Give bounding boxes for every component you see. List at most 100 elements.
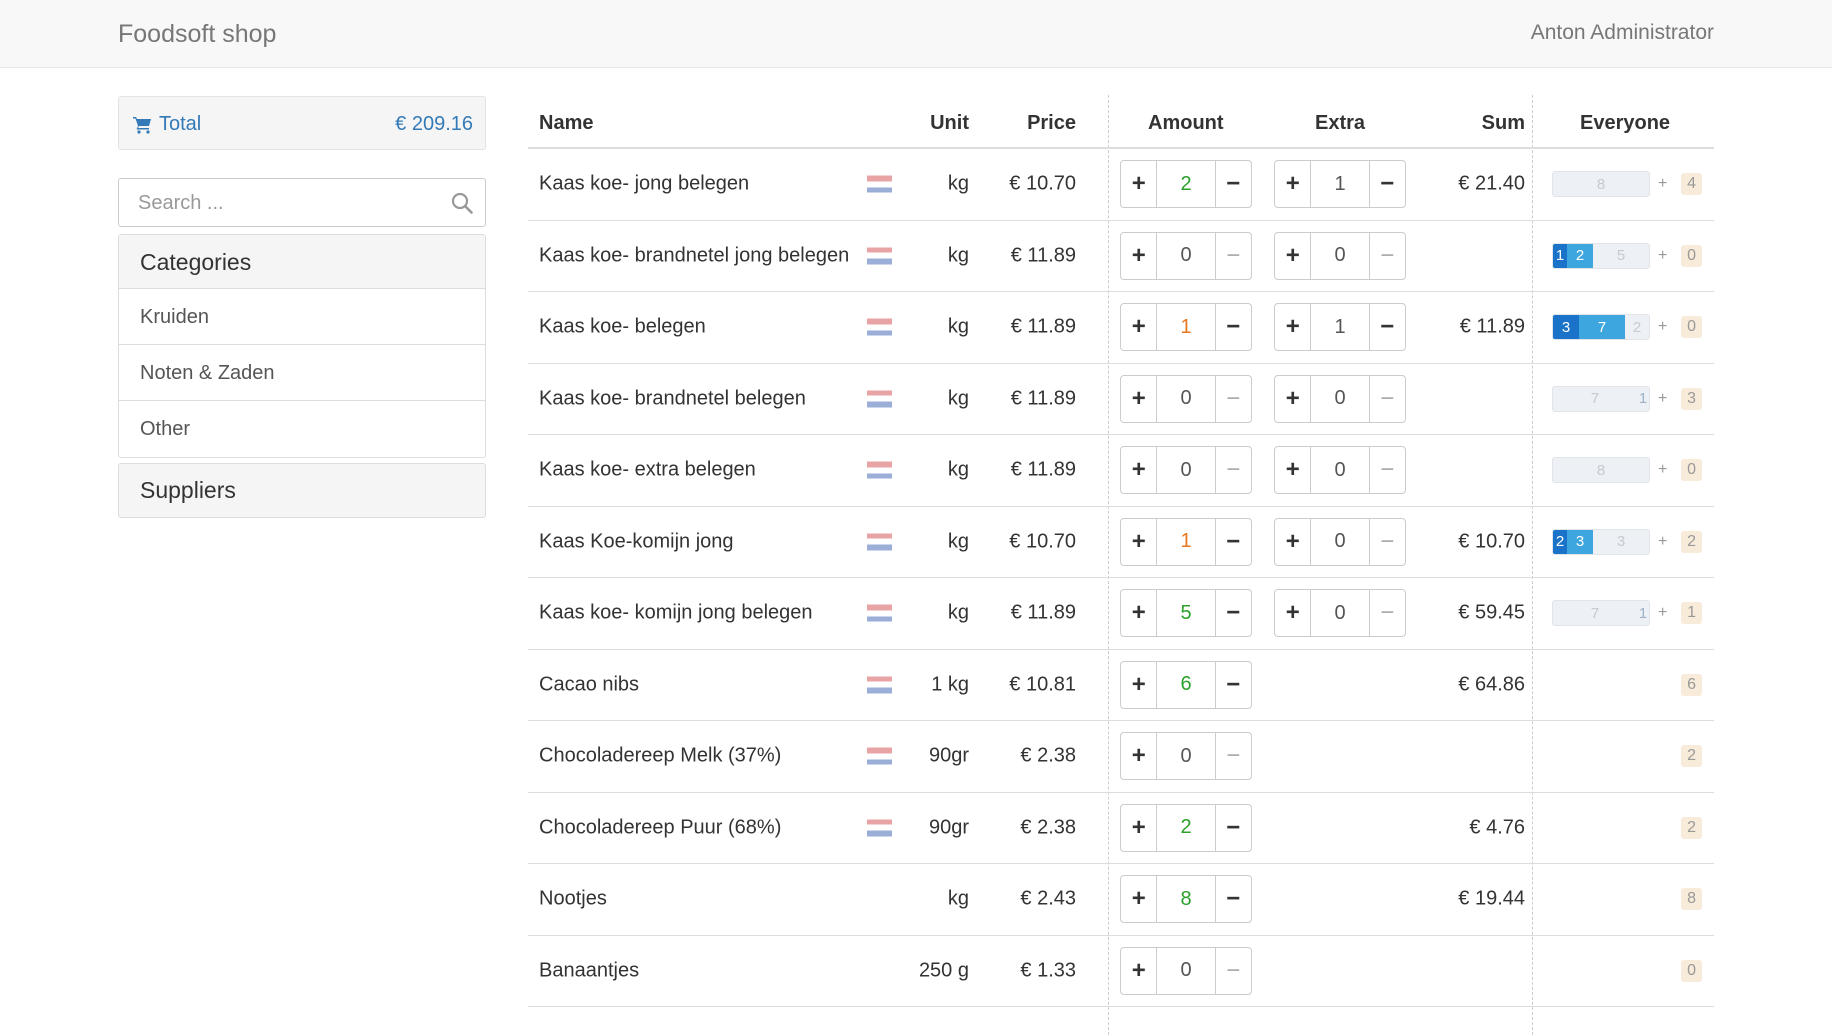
- everyone-count-badge: 0: [1681, 459, 1702, 482]
- search-input[interactable]: [136, 191, 436, 216]
- amount-increase-button[interactable]: +: [1120, 732, 1158, 781]
- amount-increase-button[interactable]: +: [1120, 374, 1158, 423]
- group-order-progress: 233: [1552, 528, 1650, 555]
- extra-increase-button[interactable]: +: [1274, 303, 1312, 352]
- extra-decrease-button[interactable]: −: [1368, 160, 1407, 209]
- amount-increase-button[interactable]: +: [1120, 803, 1158, 852]
- extra-increase-button[interactable]: +: [1274, 446, 1312, 495]
- amount-decrease-button[interactable]: −: [1214, 231, 1253, 280]
- search-icon[interactable]: [451, 192, 473, 214]
- amount-value[interactable]: 2: [1157, 160, 1215, 209]
- amount-value[interactable]: 8: [1157, 875, 1215, 924]
- extra-decrease-button[interactable]: −: [1368, 374, 1407, 423]
- amount-decrease-button[interactable]: −: [1214, 660, 1253, 709]
- origin-flag-icon: [867, 676, 892, 694]
- extra-stepper[interactable]: + 0 −: [1274, 374, 1407, 423]
- amount-value[interactable]: 0: [1157, 732, 1215, 781]
- amount-value[interactable]: 6: [1157, 660, 1215, 709]
- extra-increase-button[interactable]: +: [1274, 589, 1312, 638]
- amount-increase-button[interactable]: +: [1120, 660, 1158, 709]
- extra-value[interactable]: 1: [1311, 303, 1369, 352]
- extra-stepper[interactable]: + 0 −: [1274, 446, 1407, 495]
- amount-value[interactable]: 2: [1157, 803, 1215, 852]
- header-price[interactable]: Price: [1027, 112, 1076, 135]
- extra-decrease-button[interactable]: −: [1368, 589, 1407, 638]
- header-sum[interactable]: Sum: [1482, 112, 1525, 135]
- extra-increase-button[interactable]: +: [1274, 231, 1312, 280]
- amount-stepper[interactable]: + 0 −: [1120, 732, 1253, 781]
- amount-decrease-button[interactable]: −: [1214, 517, 1253, 566]
- extra-increase-button[interactable]: +: [1274, 160, 1312, 209]
- amount-increase-button[interactable]: +: [1120, 231, 1158, 280]
- amount-decrease-button[interactable]: −: [1214, 875, 1253, 924]
- amount-increase-button[interactable]: +: [1120, 303, 1158, 352]
- amount-stepper[interactable]: + 0 −: [1120, 231, 1253, 280]
- amount-decrease-button[interactable]: −: [1214, 374, 1253, 423]
- extra-stepper[interactable]: + 0 −: [1274, 231, 1407, 280]
- extra-decrease-button[interactable]: −: [1368, 231, 1407, 280]
- table-row: Kaas koe- komijn jong belegen kg € 11.89 …: [528, 578, 1714, 650]
- amount-decrease-button[interactable]: −: [1214, 803, 1253, 852]
- extra-value[interactable]: 0: [1311, 231, 1369, 280]
- amount-stepper[interactable]: + 1 −: [1120, 517, 1253, 566]
- extra-value[interactable]: 0: [1311, 589, 1369, 638]
- amount-value[interactable]: 1: [1157, 517, 1215, 566]
- amount-value[interactable]: 0: [1157, 946, 1215, 995]
- header-unit[interactable]: Unit: [930, 112, 969, 135]
- amount-increase-button[interactable]: +: [1120, 875, 1158, 924]
- amount-increase-button[interactable]: +: [1120, 589, 1158, 638]
- amount-decrease-button[interactable]: −: [1214, 732, 1253, 781]
- suppliers-panel[interactable]: Suppliers: [118, 463, 486, 518]
- amount-stepper[interactable]: + 5 −: [1120, 589, 1253, 638]
- extra-increase-button[interactable]: +: [1274, 517, 1312, 566]
- amount-stepper[interactable]: + 0 −: [1120, 446, 1253, 495]
- amount-increase-button[interactable]: +: [1120, 946, 1158, 995]
- product-unit: kg: [947, 601, 969, 624]
- amount-value[interactable]: 5: [1157, 589, 1215, 638]
- amount-decrease-button[interactable]: −: [1214, 446, 1253, 495]
- amount-decrease-button[interactable]: −: [1214, 160, 1253, 209]
- amount-stepper[interactable]: + 2 −: [1120, 160, 1253, 209]
- amount-value[interactable]: 0: [1157, 231, 1215, 280]
- progress-segment: 2: [1567, 243, 1593, 268]
- category-item-noten-zaden[interactable]: Noten & Zaden: [119, 345, 485, 401]
- amount-stepper[interactable]: + 1 −: [1120, 303, 1253, 352]
- category-item-kruiden[interactable]: Kruiden: [119, 289, 485, 345]
- extra-value[interactable]: 1: [1311, 160, 1369, 209]
- amount-value[interactable]: 0: [1157, 446, 1215, 495]
- extra-decrease-button[interactable]: −: [1368, 446, 1407, 495]
- header-name[interactable]: Name: [539, 112, 593, 135]
- brand-link[interactable]: Foodsoft shop: [118, 20, 276, 49]
- user-menu[interactable]: Anton Administrator: [1531, 21, 1714, 45]
- extra-increase-button[interactable]: +: [1274, 374, 1312, 423]
- product-name: Kaas koe- brandnetel belegen: [539, 387, 806, 410]
- amount-decrease-button[interactable]: −: [1214, 303, 1253, 352]
- product-name: Kaas koe- komijn jong belegen: [539, 601, 813, 624]
- extra-stepper[interactable]: + 0 −: [1274, 517, 1407, 566]
- amount-increase-button[interactable]: +: [1120, 160, 1158, 209]
- amount-stepper[interactable]: + 0 −: [1120, 946, 1253, 995]
- amount-stepper[interactable]: + 2 −: [1120, 803, 1253, 852]
- amount-stepper[interactable]: + 8 −: [1120, 875, 1253, 924]
- amount-value[interactable]: 0: [1157, 374, 1215, 423]
- amount-decrease-button[interactable]: −: [1214, 946, 1253, 995]
- plus-sign: +: [1658, 175, 1668, 193]
- amount-stepper[interactable]: + 0 −: [1120, 374, 1253, 423]
- everyone-count-badge: 2: [1681, 816, 1702, 839]
- extra-decrease-button[interactable]: −: [1368, 303, 1407, 352]
- category-item-other[interactable]: Other: [119, 401, 485, 457]
- amount-stepper[interactable]: + 6 −: [1120, 660, 1253, 709]
- extra-value[interactable]: 0: [1311, 517, 1369, 566]
- extra-stepper[interactable]: + 1 −: [1274, 303, 1407, 352]
- extra-decrease-button[interactable]: −: [1368, 517, 1407, 566]
- extra-value[interactable]: 0: [1311, 374, 1369, 423]
- extra-value[interactable]: 0: [1311, 446, 1369, 495]
- extra-stepper[interactable]: + 0 −: [1274, 589, 1407, 638]
- extra-stepper[interactable]: + 1 −: [1274, 160, 1407, 209]
- amount-value[interactable]: 1: [1157, 303, 1215, 352]
- cart-total[interactable]: Total € 209.16: [118, 96, 486, 150]
- everyone-count-badge: 2: [1681, 745, 1702, 768]
- amount-increase-button[interactable]: +: [1120, 446, 1158, 495]
- amount-increase-button[interactable]: +: [1120, 517, 1158, 566]
- amount-decrease-button[interactable]: −: [1214, 589, 1253, 638]
